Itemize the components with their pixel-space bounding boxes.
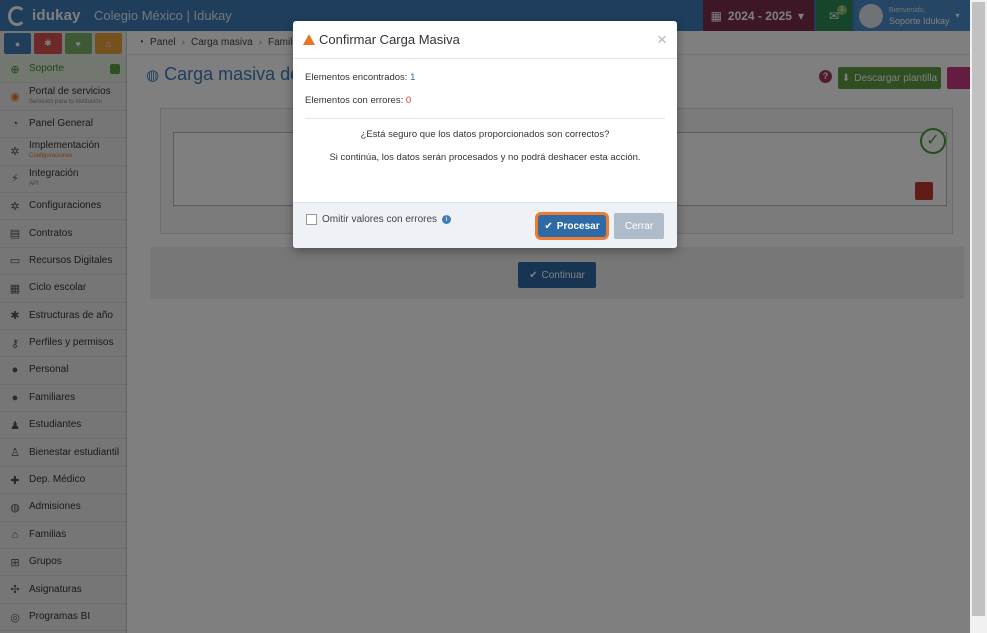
divider — [305, 118, 665, 119]
modal-header: Confirmar Carga Masiva × — [293, 21, 677, 59]
modal-title: Confirmar Carga Masiva — [319, 32, 460, 47]
check-icon: ✔ — [544, 220, 553, 232]
modal-footer: Omitir valores con errores i ✔ Procesar … — [293, 202, 677, 248]
confirm-modal: Confirmar Carga Masiva × Elementos encon… — [293, 21, 677, 248]
errors-label: Elementos con errores: — [305, 95, 404, 106]
close-icon[interactable]: × — [657, 30, 667, 50]
found-label: Elementos encontrados: — [305, 72, 408, 83]
info-icon[interactable]: i — [442, 215, 452, 224]
found-value: 1 — [410, 72, 416, 83]
warning-icon — [303, 34, 315, 45]
omit-errors-checkbox[interactable] — [306, 214, 317, 225]
found-row: Elementos encontrados: 1 — [305, 72, 665, 83]
omit-errors-option[interactable]: Omitir valores con errores i — [306, 214, 452, 225]
process-label: Procesar — [556, 220, 600, 232]
close-button[interactable]: Cerrar — [614, 213, 664, 239]
omit-errors-label: Omitir valores con errores — [322, 214, 438, 225]
errors-row: Elementos con errores: 0 — [305, 95, 665, 106]
scrollbar[interactable] — [970, 0, 987, 633]
close-label: Cerrar — [624, 220, 654, 232]
modal-body: Elementos encontrados: 1 Elementos con e… — [293, 59, 677, 163]
confirm-question: ¿Está seguro que los datos proporcionado… — [360, 129, 610, 140]
errors-value: 0 — [405, 95, 412, 106]
confirm-warning: Si continúa, los datos serán procesados … — [329, 152, 641, 163]
scrollbar-thumb[interactable] — [972, 2, 985, 616]
process-button[interactable]: ✔ Procesar — [535, 212, 609, 240]
